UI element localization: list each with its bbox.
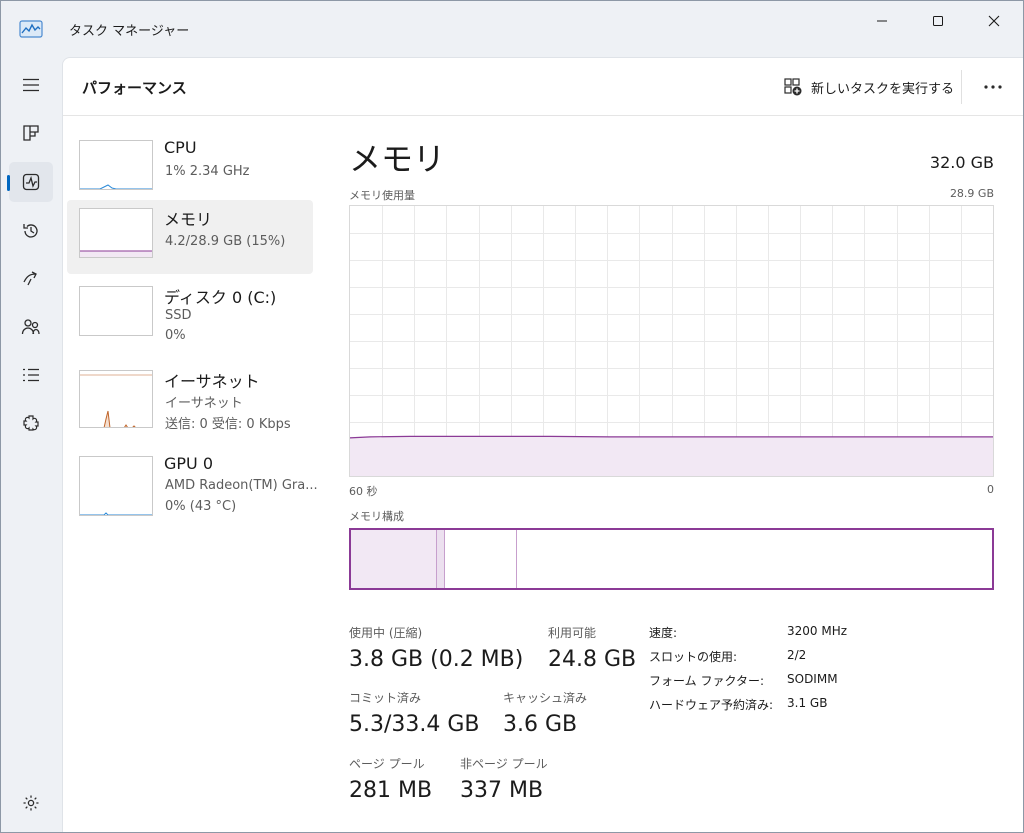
nav-services[interactable] xyxy=(9,403,53,443)
nav-active-indicator xyxy=(7,175,10,191)
form-factor-value: SODIMM xyxy=(787,672,838,686)
resource-detail: 1% 2.34 GHz xyxy=(165,164,250,179)
resource-name: CPU xyxy=(164,138,197,157)
run-task-icon xyxy=(784,78,802,96)
run-new-task-label: 新しいタスクを実行する xyxy=(811,81,955,97)
in-use-label: 使用中 (圧縮) xyxy=(349,626,423,640)
task-manager-window: タスク マネージャー パフォーマンス 新しいタスクを実行する CPU 1% 2.… xyxy=(0,0,1024,833)
services-icon xyxy=(23,415,39,431)
page-header: パフォーマンス 新しいタスクを実行する xyxy=(63,58,1023,116)
more-icon xyxy=(984,85,1002,89)
resource-detail: 送信: 0 受信: 0 Kbps xyxy=(165,417,291,432)
cached-value: 3.6 GB xyxy=(503,712,578,737)
committed-label: コミット済み xyxy=(349,691,422,705)
nav-menu-button[interactable] xyxy=(9,65,53,105)
nav-settings[interactable] xyxy=(9,783,53,823)
resource-item-memory[interactable]: メモリ 4.2/28.9 GB (15%) xyxy=(67,200,313,274)
time-axis-start: 60 秒 xyxy=(349,485,378,498)
run-new-task-button[interactable]: 新しいタスクを実行する xyxy=(783,75,954,99)
processes-icon xyxy=(23,125,39,141)
time-axis-end: 0 xyxy=(987,483,994,496)
resource-detail: AMD Radeon(TM) Gra... xyxy=(165,478,317,493)
maximize-button[interactable] xyxy=(915,7,961,35)
resource-detail: 0% xyxy=(165,328,186,343)
nav-processes[interactable] xyxy=(9,113,53,153)
app-history-icon xyxy=(23,224,38,238)
main-panel: パフォーマンス 新しいタスクを実行する CPU 1% 2.34 GHz メモリ … xyxy=(62,57,1023,832)
usage-area xyxy=(350,436,993,476)
available-label: 利用可能 xyxy=(548,626,597,640)
resource-name: イーサネット xyxy=(164,372,260,391)
slots-value: 2/2 xyxy=(787,648,807,662)
nav-performance[interactable] xyxy=(9,162,53,202)
nonpaged-pool-label: 非ページ プール xyxy=(460,757,548,771)
task-manager-icon xyxy=(19,20,43,38)
minimize-icon xyxy=(877,20,887,22)
header-divider xyxy=(961,70,962,104)
close-button[interactable] xyxy=(971,7,1017,35)
cpu-thumbnail xyxy=(79,140,153,190)
hardware-reserved-value: 3.1 GB xyxy=(787,696,828,710)
startup-apps-icon xyxy=(23,271,37,286)
resource-name: ディスク 0 (C:) xyxy=(164,288,277,307)
paged-pool-label: ページ プール xyxy=(349,757,425,771)
more-options-button[interactable] xyxy=(975,74,1011,100)
hamburger-icon xyxy=(23,78,39,92)
title-bar[interactable]: タスク マネージャー xyxy=(1,1,1023,57)
paged-pool-value: 281 MB xyxy=(349,778,433,803)
memory-composition-bar xyxy=(349,528,994,590)
available-value: 24.8 GB xyxy=(548,647,637,672)
nav-details[interactable] xyxy=(9,355,53,395)
resource-name: メモリ xyxy=(164,210,213,229)
resource-detail: 4.2/28.9 GB (15%) xyxy=(165,234,286,249)
minimize-button[interactable] xyxy=(859,7,905,35)
composition-in-use xyxy=(351,530,437,588)
resource-detail: イーサネット xyxy=(165,396,243,411)
nonpaged-pool-value: 337 MB xyxy=(460,778,544,803)
usage-graph-max: 28.9 GB xyxy=(949,187,994,200)
form-factor-label: フォーム ファクター: xyxy=(649,674,765,688)
resource-detail: SSD xyxy=(165,308,192,323)
composition-standby xyxy=(445,530,517,588)
gear-icon xyxy=(23,795,39,811)
ethernet-thumbnail xyxy=(79,370,153,428)
nav-app-history[interactable] xyxy=(9,211,53,251)
total-memory: 32.0 GB xyxy=(929,153,994,172)
disk-thumbnail xyxy=(79,286,153,336)
cached-label: キャッシュ済み xyxy=(503,691,588,705)
nav-users[interactable] xyxy=(9,307,53,347)
resource-item-cpu[interactable]: CPU 1% 2.34 GHz xyxy=(67,132,313,206)
hardware-reserved-label: ハードウェア予約済み: xyxy=(649,698,774,712)
resource-item-gpu[interactable]: GPU 0 AMD Radeon(TM) Gra... 0% (43 °C) xyxy=(67,448,317,522)
performance-icon xyxy=(22,173,40,191)
nav-rail xyxy=(1,57,61,832)
memory-usage-graph xyxy=(349,205,994,477)
maximize-icon xyxy=(933,16,943,26)
resource-detail: 0% (43 °C) xyxy=(165,499,237,514)
resource-name: GPU 0 xyxy=(164,454,214,473)
memory-thumbnail xyxy=(79,208,153,258)
page-title: パフォーマンス xyxy=(82,79,187,97)
users-icon xyxy=(21,319,40,335)
nav-startup-apps[interactable] xyxy=(9,259,53,299)
speed-value: 3200 MHz xyxy=(787,624,848,638)
close-icon xyxy=(988,15,1000,27)
usage-graph-label: メモリ使用量 xyxy=(349,189,415,202)
gpu-thumbnail xyxy=(79,456,153,516)
resource-item-ethernet[interactable]: イーサネット イーサネット 送信: 0 受信: 0 Kbps xyxy=(67,362,313,436)
composition-label: メモリ構成 xyxy=(349,510,404,523)
resource-item-disk[interactable]: ディスク 0 (C:) SSD 0% xyxy=(67,278,313,352)
slots-label: スロットの使用: xyxy=(649,650,738,664)
committed-value: 5.3/33.4 GB xyxy=(349,712,480,737)
in-use-value: 3.8 GB (0.2 MB) xyxy=(349,647,524,672)
details-icon xyxy=(23,368,39,382)
detail-title: メモリ xyxy=(349,140,446,178)
composition-modified xyxy=(437,530,445,588)
speed-label: 速度: xyxy=(649,626,678,640)
window-title: タスク マネージャー xyxy=(69,24,190,39)
